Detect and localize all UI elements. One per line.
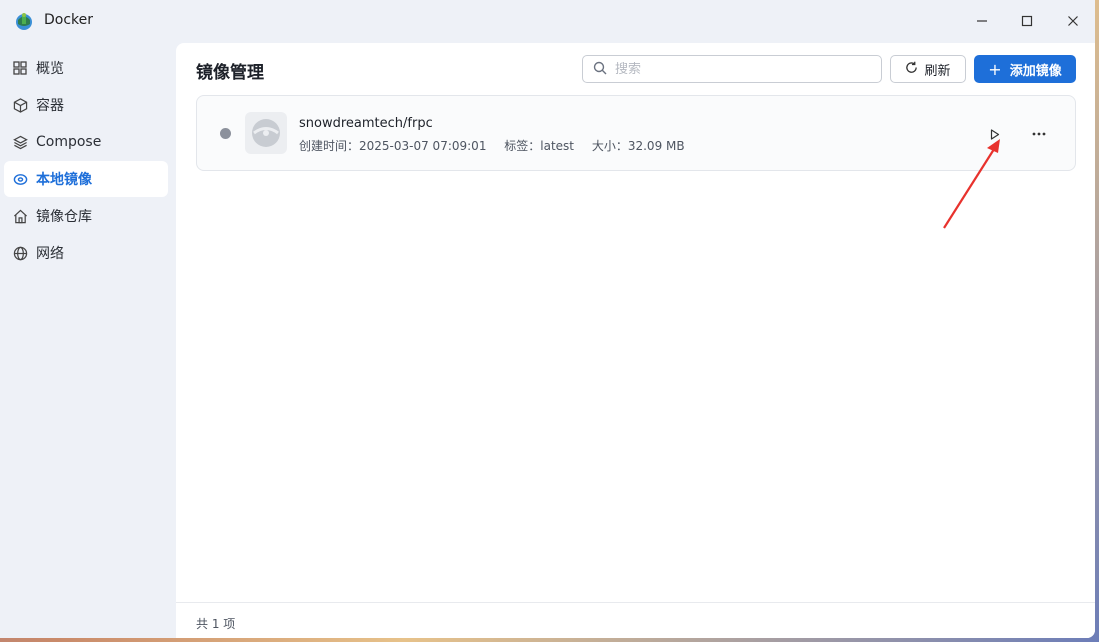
search-input[interactable] <box>615 61 865 77</box>
sidebar-item-label: 网络 <box>36 246 64 262</box>
item-count: 共 1 项 <box>196 617 236 631</box>
sidebar-item-overview[interactable]: 概览 <box>4 50 168 86</box>
run-button[interactable] <box>985 124 1005 144</box>
disc-image-icon <box>252 119 280 147</box>
main-panel: 镜像管理 刷新 + 添加镜像 <box>176 43 1095 638</box>
more-icon <box>1032 132 1046 136</box>
sidebar: 概览 容器 Compose 本地镜像 镜像仓库 网络 <box>0 50 172 272</box>
refresh-label: 刷新 <box>924 63 951 79</box>
minimize-button[interactable] <box>968 8 996 34</box>
footer: 共 1 项 <box>176 602 1095 638</box>
globe-icon <box>12 245 28 261</box>
sidebar-item-label: 镜像仓库 <box>36 209 92 225</box>
close-button[interactable] <box>1059 8 1087 34</box>
disc-icon <box>12 171 28 187</box>
title-bar: Docker <box>0 0 1095 42</box>
sidebar-item-containers[interactable]: 容器 <box>4 87 168 123</box>
image-created: 创建时间：2025-03-07 07:09:01 <box>299 139 487 153</box>
plus-icon: + <box>988 59 1002 79</box>
search-box[interactable] <box>582 55 882 83</box>
image-size: 大小：32.09 MB <box>591 139 685 153</box>
image-meta: 创建时间：2025-03-07 07:09:01 标签：latest 大小：32… <box>299 137 699 154</box>
layers-icon <box>12 134 28 150</box>
cube-icon <box>12 97 28 113</box>
sidebar-item-registry[interactable]: 镜像仓库 <box>4 198 168 234</box>
app-title: Docker <box>44 12 94 28</box>
image-thumbnail <box>245 112 287 154</box>
add-image-button[interactable]: + 添加镜像 <box>974 55 1076 83</box>
docker-window: Docker 概览 容器 Compose 本地镜像 镜像仓库 网络 镜像管理 搜… <box>0 0 1095 638</box>
home-icon <box>12 208 28 224</box>
sidebar-item-label: Compose <box>36 134 102 150</box>
close-icon <box>1068 16 1078 26</box>
sidebar-item-label: 容器 <box>36 98 64 114</box>
maximize-icon <box>1021 15 1033 27</box>
grid-icon <box>12 60 28 76</box>
add-image-label: 添加镜像 <box>1009 63 1062 79</box>
sidebar-item-compose[interactable]: Compose <box>4 124 168 160</box>
more-button[interactable] <box>1029 124 1049 144</box>
refresh-button[interactable]: 刷新 <box>890 55 966 83</box>
sidebar-item-label: 本地镜像 <box>36 172 92 188</box>
docker-logo-icon <box>14 11 34 31</box>
status-dot <box>220 128 231 139</box>
refresh-icon <box>905 61 918 78</box>
image-name: snowdreamtech/frpc <box>299 116 433 131</box>
page-title: 镜像管理 <box>196 63 264 83</box>
sidebar-item-local-images[interactable]: 本地镜像 <box>4 161 168 197</box>
image-tag: 标签：latest <box>504 139 575 153</box>
play-icon <box>990 128 1000 140</box>
maximize-button[interactable] <box>1013 8 1041 34</box>
minimize-icon <box>977 20 987 22</box>
sidebar-item-network[interactable]: 网络 <box>4 235 168 271</box>
image-card[interactable]: snowdreamtech/frpc 创建时间：2025-03-07 07:09… <box>196 95 1076 171</box>
sidebar-item-label: 概览 <box>36 61 64 77</box>
search-icon <box>593 60 607 79</box>
